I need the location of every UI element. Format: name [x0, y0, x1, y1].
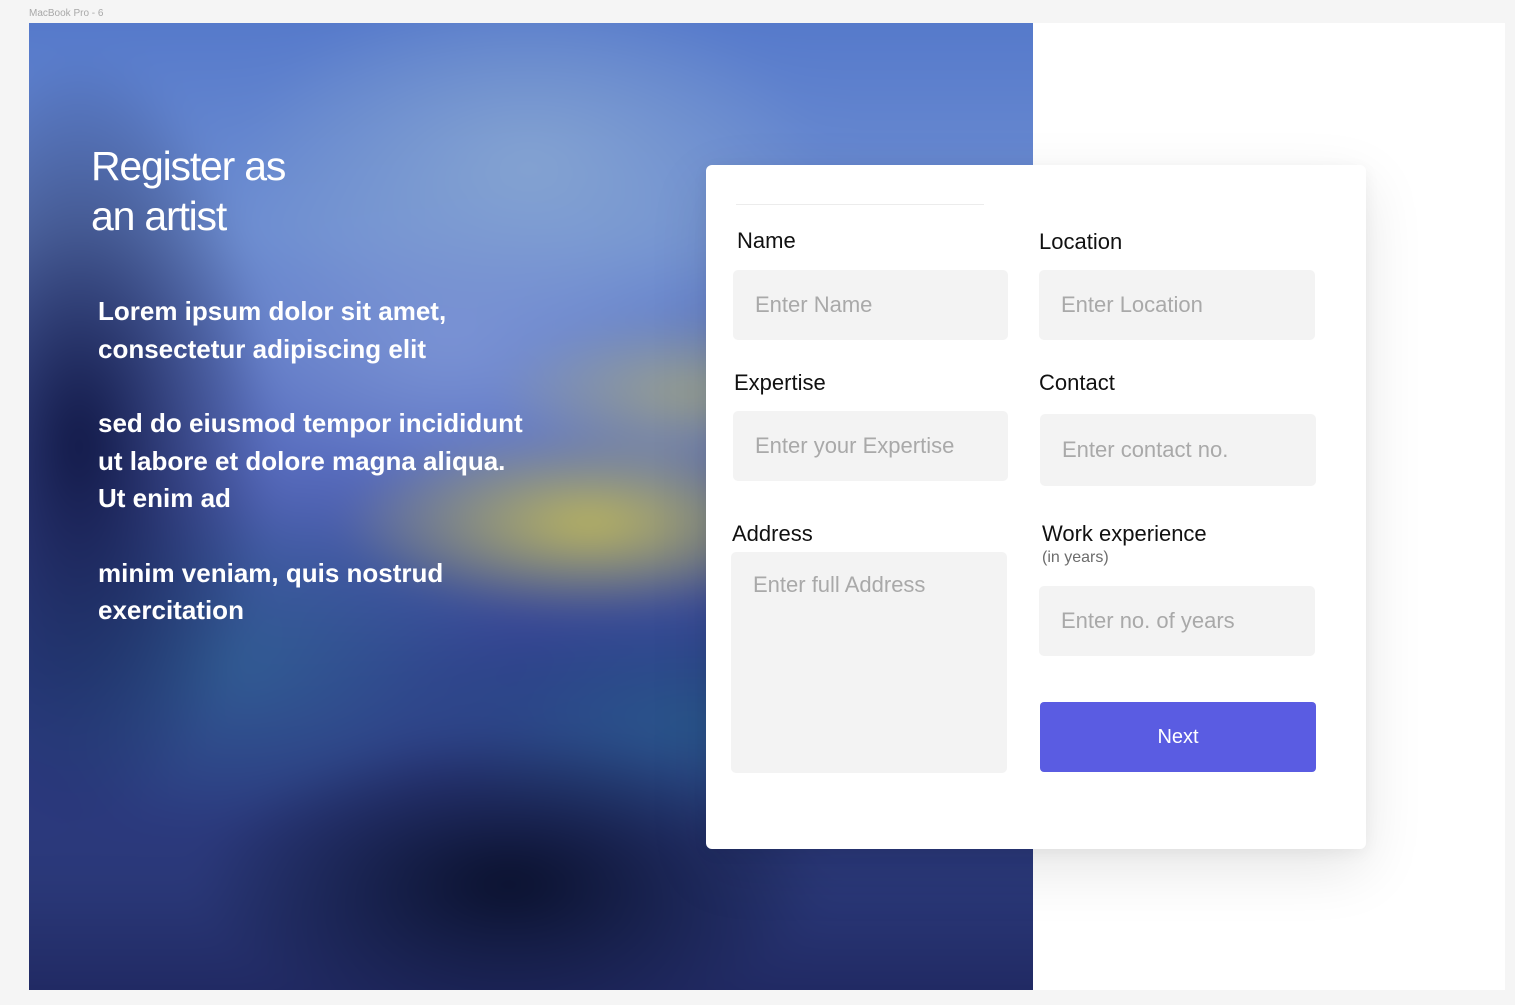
work-experience-label: Work experience — [1042, 521, 1207, 546]
hero-description: Lorem ipsum dolor sit amet, consectetur … — [98, 293, 538, 667]
page-title: Register as an artist — [91, 143, 286, 239]
next-button[interactable]: Next — [1040, 702, 1316, 772]
hero-paragraph: Lorem ipsum dolor sit amet, consectetur … — [98, 296, 447, 364]
registration-form-card: Name Location Expertise Contact Address … — [706, 165, 1366, 849]
expertise-label: Expertise — [734, 370, 826, 395]
name-label: Name — [737, 228, 796, 253]
expertise-input[interactable] — [733, 411, 1008, 481]
contact-input[interactable] — [1040, 414, 1316, 486]
contact-label: Contact — [1039, 370, 1115, 395]
location-label: Location — [1039, 229, 1123, 254]
location-input[interactable] — [1039, 270, 1315, 340]
address-input[interactable] — [731, 552, 1007, 773]
work-experience-hint: (in years) — [1042, 549, 1109, 566]
hero-paragraph: minim veniam, quis nostrud exercitation — [98, 557, 444, 626]
frame-label: MacBook Pro - 6 — [29, 8, 104, 19]
registration-page: Register as an artist Lorem ipsum dolor … — [29, 23, 1505, 990]
name-input[interactable] — [733, 270, 1008, 340]
work-experience-input[interactable] — [1039, 586, 1315, 656]
hero-paragraph: sed do eiusmod tempor incididunt ut labo… — [98, 408, 523, 513]
address-label: Address — [732, 521, 813, 546]
divider — [736, 204, 984, 205]
